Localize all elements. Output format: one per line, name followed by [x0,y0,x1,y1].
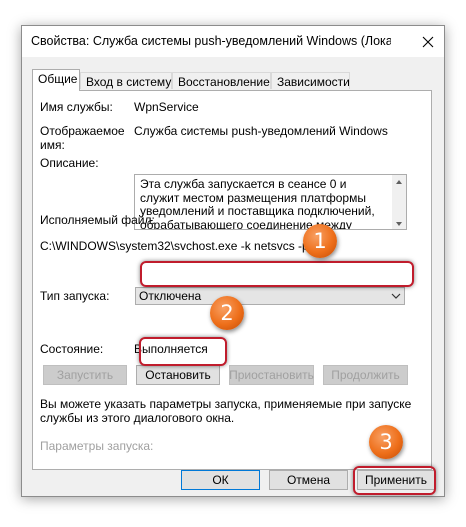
highlight-startup-type [140,261,414,287]
startup-type-label: Тип запуска: [40,289,110,303]
tab-logon[interactable]: Вход в систему [80,72,172,89]
executable-label: Исполняемый файл: [40,213,155,227]
service-name-value: WpnService [134,100,199,114]
description-scrollbar[interactable] [392,175,406,229]
window-title: Свойства: Служба системы push-уведомлени… [31,34,391,48]
scroll-arrows-icon [396,180,402,226]
tab-general[interactable]: Общие [32,69,80,91]
tab-dependencies[interactable]: Зависимости [271,72,350,89]
hint-text-line2: службы из этого диалогового окна. [40,411,235,425]
start-params-label: Параметры запуска: [40,439,154,453]
executable-path: C:\WINDOWS\system32\svchost.exe -k netsv… [40,239,309,253]
tab-recovery[interactable]: Восстановление [172,72,271,89]
ok-button[interactable]: ОК [181,470,260,490]
close-icon [422,36,434,47]
display-name-label-line2: имя: [40,138,65,152]
description-box[interactable]: Эта служба запускается в сеансе 0 и служ… [134,174,407,230]
stop-button[interactable]: Остановить [136,365,220,385]
status-label: Состояние: [40,342,104,356]
display-name-label-line1: Отображаемое [40,124,125,138]
pause-button[interactable]: Приостановить [229,365,314,385]
service-name-label: Имя службы: [40,100,113,114]
highlight-stop-button [139,337,227,366]
resume-button[interactable]: Продолжить [323,365,408,385]
step-badge-3: 3 [369,425,403,459]
description-text: Эта служба запускается в сеансе 0 и служ… [140,177,375,230]
highlight-apply-button [353,466,436,495]
display-name-value[interactable]: Служба системы push-уведомлений Windows [134,124,388,138]
close-button[interactable] [412,26,444,57]
description-label: Описание: [40,156,99,170]
start-button[interactable]: Запустить [43,365,127,385]
step-badge-2: 2 [210,296,244,330]
chevron-down-icon [391,293,401,299]
startup-type-value: Отключена [139,289,202,303]
startup-type-select[interactable]: Отключена [135,287,405,305]
title-bar: Свойства: Служба системы push-уведомлени… [22,26,444,57]
hint-text-line1: Вы можете указать параметры запуска, при… [40,397,412,411]
step-badge-1: 1 [303,224,337,258]
cancel-button[interactable]: Отмена [269,470,348,490]
